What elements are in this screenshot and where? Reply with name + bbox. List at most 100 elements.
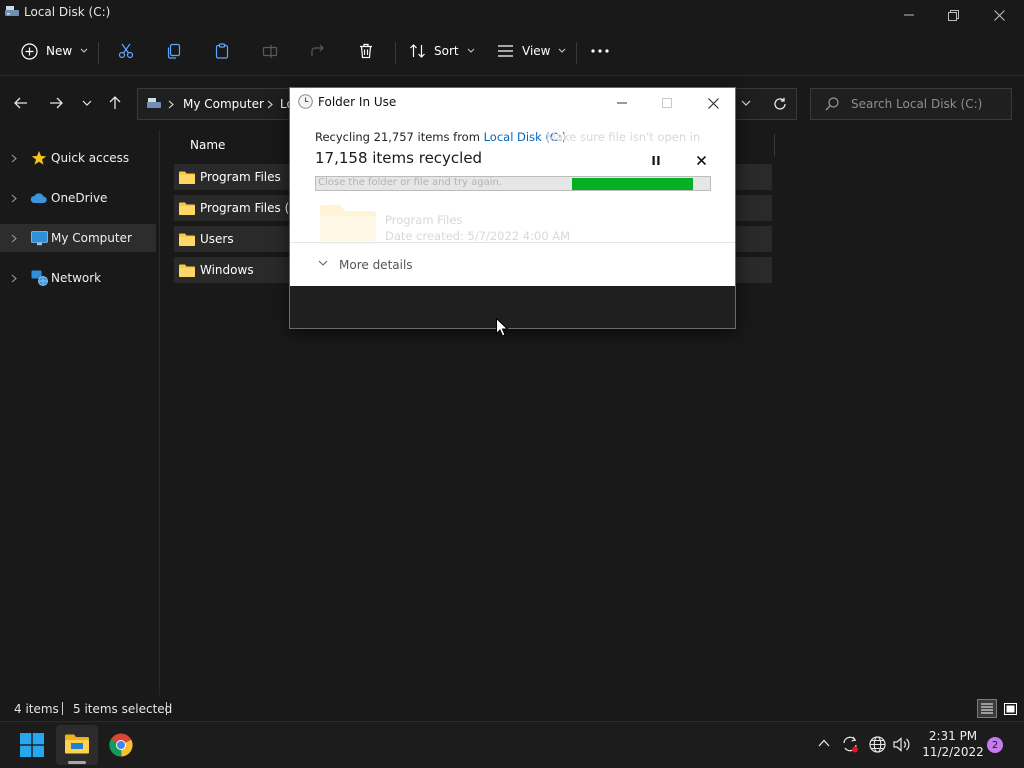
chevron-down-icon [318,260,328,266]
more-details-toggle[interactable]: More details [339,258,413,272]
chevron-right-icon [168,100,174,109]
close-button[interactable] [976,4,1022,26]
dialog-close-button[interactable] [693,92,733,114]
rename-icon [261,42,279,60]
search-box[interactable]: Search Local Disk (C:) [810,88,1012,120]
cut-button[interactable] [117,36,135,66]
show-hidden-icons-button[interactable] [818,739,830,747]
pause-icon [652,155,660,165]
chevron-right-icon[interactable] [0,154,28,163]
sidebar-item-label: Quick access [51,151,130,165]
clock-date[interactable]: 11/2/2022 [922,745,984,759]
arrow-left-icon [14,97,28,109]
dialog-title: Folder In Use [318,95,397,109]
breadcrumb-my-computer[interactable]: My Computer [183,97,264,111]
chevron-down-icon [467,48,475,54]
share-icon [309,42,327,60]
ghost-progress-text: Close the folder or file and try again. [318,177,503,188]
minimize-button[interactable] [886,4,932,26]
command-bar: New Sort View [0,30,1024,76]
details-view-button[interactable] [977,699,997,718]
back-button[interactable] [10,92,32,114]
operation-source-text: Recycling 21,757 items from Local Disk (… [315,130,566,144]
new-button[interactable]: New [20,36,88,66]
item-count: 4 items [14,702,59,716]
sync-icon[interactable] [841,735,859,753]
search-icon [825,97,839,111]
file-explorer-taskbar-button[interactable] [56,725,98,765]
chevron-down-icon [80,48,88,54]
share-button[interactable] [309,36,327,66]
mouse-cursor-icon [496,318,508,337]
toolbar-divider [98,42,99,64]
dialog-minimize-button[interactable] [602,92,642,114]
progress-headline: 17,158 items recycled [315,149,483,167]
folder-icon [176,171,198,184]
chevron-right-icon[interactable] [0,234,28,243]
drive-icon [4,4,20,18]
progress-bar: Close the folder or file and try again. [315,176,711,191]
column-divider[interactable] [774,134,775,156]
file-name: Program Files [200,170,281,184]
ghost-folder-icon [320,204,376,244]
status-divider [62,702,63,715]
pause-button[interactable] [646,152,666,168]
sidebar-item-onedrive[interactable]: OneDrive [0,184,156,212]
clock-icon [298,94,313,109]
ghost-file-date: Date created: 5/7/2022 4:00 AM [385,229,571,243]
paste-button[interactable] [213,36,231,66]
list-view-icon [496,42,514,60]
more-options-button[interactable] [591,36,609,66]
column-name-header[interactable]: Name [190,138,225,152]
forward-button[interactable] [45,92,67,114]
volume-icon[interactable] [893,736,911,753]
copy-button[interactable] [165,36,183,66]
file-name: Users [200,232,234,246]
sort-button[interactable]: Sort [408,36,475,66]
view-button[interactable]: View [496,36,566,66]
sidebar-item-quick-access[interactable]: Quick access [0,144,156,172]
arrow-up-icon [109,96,121,110]
sort-label: Sort [434,44,459,58]
dialog-maximize-button [647,92,687,114]
star-icon [28,150,50,166]
up-button[interactable] [104,92,126,114]
globe-network-icon[interactable] [869,736,886,753]
trash-icon [357,42,375,60]
chevron-right-icon [267,100,273,109]
search-placeholder: Search Local Disk (C:) [851,97,983,111]
sidebar-item-network[interactable]: Network [0,264,156,292]
chevron-right-icon[interactable] [0,274,28,283]
file-name: Windows [200,263,254,277]
network-icon [28,270,50,286]
ghost-source-text: Make sure file isn't open in [546,130,701,144]
arrow-right-icon [49,97,63,109]
tiles-view-icon [1003,702,1017,715]
folder-icon [176,233,198,246]
windows-start-icon[interactable] [20,733,44,757]
recent-locations-button[interactable] [76,92,98,114]
active-indicator [68,761,86,764]
view-label: View [522,44,551,58]
address-history-button[interactable] [741,100,751,106]
title-bar: Local Disk (C:) [0,0,1024,30]
notification-badge[interactable]: 2 [987,737,1003,753]
clock-time[interactable]: 2:31 PM [922,729,984,743]
sort-icon [408,42,426,60]
chevron-right-icon[interactable] [0,194,28,203]
delete-button[interactable] [357,36,375,66]
chevron-down-icon [558,48,566,54]
ghost-file-name: Program Files [385,213,463,227]
refresh-button[interactable] [768,93,792,115]
rename-button[interactable] [261,36,279,66]
restore-button[interactable] [930,4,976,26]
cancel-operation-button[interactable] [691,152,711,168]
status-divider [166,702,167,715]
sidebar-item-my-computer[interactable]: My Computer [0,224,156,252]
plus-circle-icon [20,42,38,60]
sidebar-item-label: Network [51,271,102,285]
tiles-view-button[interactable] [1000,699,1020,718]
chrome-icon[interactable] [109,733,133,757]
dialog-footer [290,286,735,328]
source-prefix: Recycling 21,757 items from [315,130,484,144]
